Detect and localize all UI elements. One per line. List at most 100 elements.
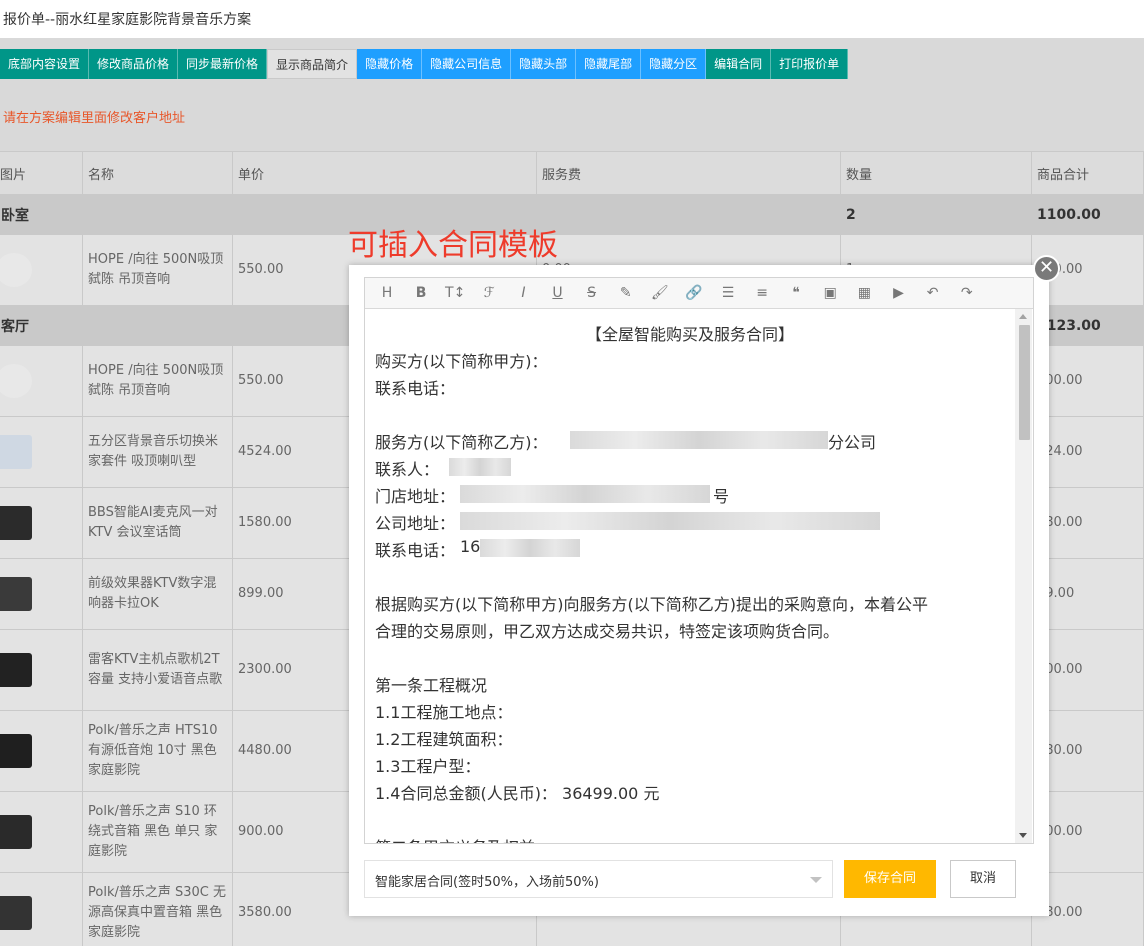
group-name: 客厅 (1, 319, 29, 335)
contract-template-select[interactable]: 智能家居合同(签时50%，入场前50%) (364, 860, 833, 898)
redacted-provider-name (570, 431, 828, 449)
row-image-cell (0, 417, 83, 487)
toolbar-button-2[interactable]: 同步最新价格 (178, 49, 268, 79)
product-thumbnail (0, 815, 32, 849)
video-icon[interactable]: ▶ (889, 283, 909, 303)
row-name: HOPE /向往 500N吸顶弑陈 吊顶音响 (83, 235, 233, 305)
cancel-button[interactable]: 取消 (950, 860, 1016, 898)
underline-icon[interactable]: U (548, 283, 568, 303)
section-1-1: 1.1工程施工地点： (375, 703, 513, 722)
row-image-cell (0, 873, 83, 946)
contract-template-value: 智能家居合同(签时50%，入场前50%) (375, 875, 599, 890)
redo-icon[interactable]: ↷ (957, 283, 977, 303)
brush-icon[interactable]: 🖌 (650, 283, 670, 303)
product-thumbnail (0, 253, 32, 287)
contact-line: 联系人： (375, 460, 440, 479)
editor-toolbar: H B T↕ ℱ I U S ✎ 🖌 🔗 ☰ ≡ ❝ ▣ ▦ ▶ ↶ ↷ (365, 278, 1033, 309)
scrollbar-thumb[interactable] (1019, 325, 1030, 440)
row-image-cell (0, 346, 83, 416)
toolbar-button-4[interactable]: 隐藏价格 (357, 49, 423, 79)
row-name: 前级效果器KTV数字混响器卡拉OK (83, 559, 233, 629)
paragraph-1-line-2: 合理的交易原则，甲乙双方达成交易共识，特签定该项购货合同。 (375, 622, 840, 641)
row-name: 五分区背景音乐切换米家套件 吸顶喇叭型 (83, 417, 233, 487)
heading-icon[interactable]: H (377, 283, 397, 303)
row-name: Polk/普乐之声 HTS10 有源低音炮 10寸 黑色 家庭影院 (83, 711, 233, 791)
scroll-up-icon[interactable] (1019, 314, 1027, 319)
image-icon[interactable]: ▣ (820, 283, 840, 303)
row-name: Polk/普乐之声 S30C 无源高保真中置音箱 黑色 家庭影院 (83, 873, 233, 946)
provider-line: 服务方(以下简称乙方)： (375, 433, 548, 452)
chevron-down-icon[interactable] (810, 877, 822, 883)
section-1-2: 1.2工程建筑面积： (375, 730, 513, 749)
provider-phone-line: 联系电话： (375, 541, 456, 560)
toolbar-button-1[interactable]: 修改商品价格 (89, 49, 179, 79)
row-image-cell (0, 711, 83, 791)
column-header-1: 名称 (83, 152, 233, 194)
provider-tail: 分公司 (828, 433, 877, 452)
redacted-store-address (460, 485, 710, 503)
paragraph-1-line-1: 根据购买方(以下简称甲方)向服务方(以下简称乙方)提出的采购意向，本着公平 (375, 595, 928, 614)
editor-content[interactable]: 【全屋智能购买及服务合同】 购买方(以下简称甲方)： 联系电话： 服务方(以下简… (365, 309, 1033, 843)
save-contract-button[interactable]: 保存合同 (844, 860, 936, 898)
group-row: 卧室 2 1100.00 (0, 195, 1144, 235)
row-name: HOPE /向往 500N吸顶弑陈 吊顶音响 (83, 346, 233, 416)
row-image-cell (0, 488, 83, 558)
table-icon[interactable]: ▦ (854, 283, 874, 303)
link-icon[interactable]: 🔗 (684, 283, 704, 303)
overlay-caption: 可插入合同模板 (348, 228, 558, 263)
column-header-3: 服务费 (537, 152, 841, 194)
toolbar-button-10[interactable]: 打印报价单 (771, 49, 849, 79)
bold-icon[interactable]: B (411, 283, 431, 303)
table-header: 图片 名称 单价 服务费 数量 商品合计 (0, 151, 1144, 195)
eraser-icon[interactable]: ✎ (616, 283, 636, 303)
group-total: 1100.00 (1037, 207, 1101, 223)
toolbar-button-8[interactable]: 隐藏分区 (641, 49, 707, 79)
toolbar-button-0[interactable]: 底部内容设置 (0, 49, 90, 79)
section-2-heading: 第二条甲方义务及权益 (375, 834, 535, 843)
toolbar-button-3[interactable]: 显示商品简介 (267, 49, 358, 79)
row-image-cell (0, 630, 83, 710)
column-header-5: 商品合计 (1032, 152, 1144, 194)
product-thumbnail (0, 435, 32, 469)
window-titlebar: 报价单--丽水红星家庭影院背景音乐方案 (0, 0, 1144, 38)
close-icon[interactable]: ✕ (1033, 255, 1060, 282)
font-size-icon[interactable]: T↕ (445, 283, 465, 303)
product-thumbnail (0, 506, 32, 540)
redacted-company-address (460, 512, 880, 530)
customer-address-notice: 请在方案编辑里面修改客户地址 (3, 111, 186, 126)
window-title: 报价单--丽水红星家庭影院背景音乐方案 (3, 12, 252, 28)
italic-icon[interactable]: I (513, 283, 533, 303)
toolbar-button-7[interactable]: 隐藏尾部 (576, 49, 642, 79)
scroll-down-icon[interactable] (1019, 833, 1027, 838)
quote-icon[interactable]: ❝ (786, 283, 806, 303)
list-icon[interactable]: ☰ (718, 283, 738, 303)
product-thumbnail (0, 364, 32, 398)
undo-icon[interactable]: ↶ (923, 283, 943, 303)
font-family-icon[interactable]: ℱ (479, 283, 499, 303)
row-name: 雷客KTV主机点歌机2T容量 支持小爱语音点歌 (83, 630, 233, 710)
redacted-provider-phone (480, 539, 580, 557)
contract-title: 【全屋智能购买及服务合同】 (585, 325, 794, 344)
section-1-4: 1.4合同总金额(人民币)： 36499.00 元 (375, 784, 660, 803)
product-thumbnail (0, 653, 32, 687)
toolbar-button-6[interactable]: 隐藏头部 (511, 49, 577, 79)
column-header-0: 图片 (0, 152, 83, 194)
section-1-3: 1.3工程户型： (375, 757, 481, 776)
strikethrough-icon[interactable]: S (582, 283, 602, 303)
buyer-phone-line: 联系电话： (375, 379, 456, 398)
redacted-contact (449, 458, 511, 476)
provider-phone-prefix: 16 (460, 537, 481, 556)
row-image-cell (0, 235, 83, 305)
row-image-cell (0, 792, 83, 872)
action-toolbar: 底部内容设置 修改商品价格 同步最新价格 显示商品简介 隐藏价格 隐藏公司信息 隐藏头部 隐藏… (0, 49, 849, 79)
toolbar-button-5[interactable]: 隐藏公司信息 (422, 49, 512, 79)
product-thumbnail (0, 896, 32, 930)
buyer-line: 购买方(以下简称甲方)： (375, 352, 548, 371)
column-header-2: 单价 (233, 152, 537, 194)
product-thumbnail (0, 734, 32, 768)
section-1-heading: 第一条工程概况 (375, 676, 488, 695)
editor-scrollbar[interactable] (1015, 309, 1032, 843)
align-icon[interactable]: ≡ (752, 283, 772, 303)
contract-editor[interactable]: H B T↕ ℱ I U S ✎ 🖌 🔗 ☰ ≡ ❝ ▣ ▦ ▶ ↶ ↷ 【全屋智能购买及服务合同】 购买方(以下… (364, 277, 1034, 844)
toolbar-button-9[interactable]: 编辑合同 (706, 49, 772, 79)
